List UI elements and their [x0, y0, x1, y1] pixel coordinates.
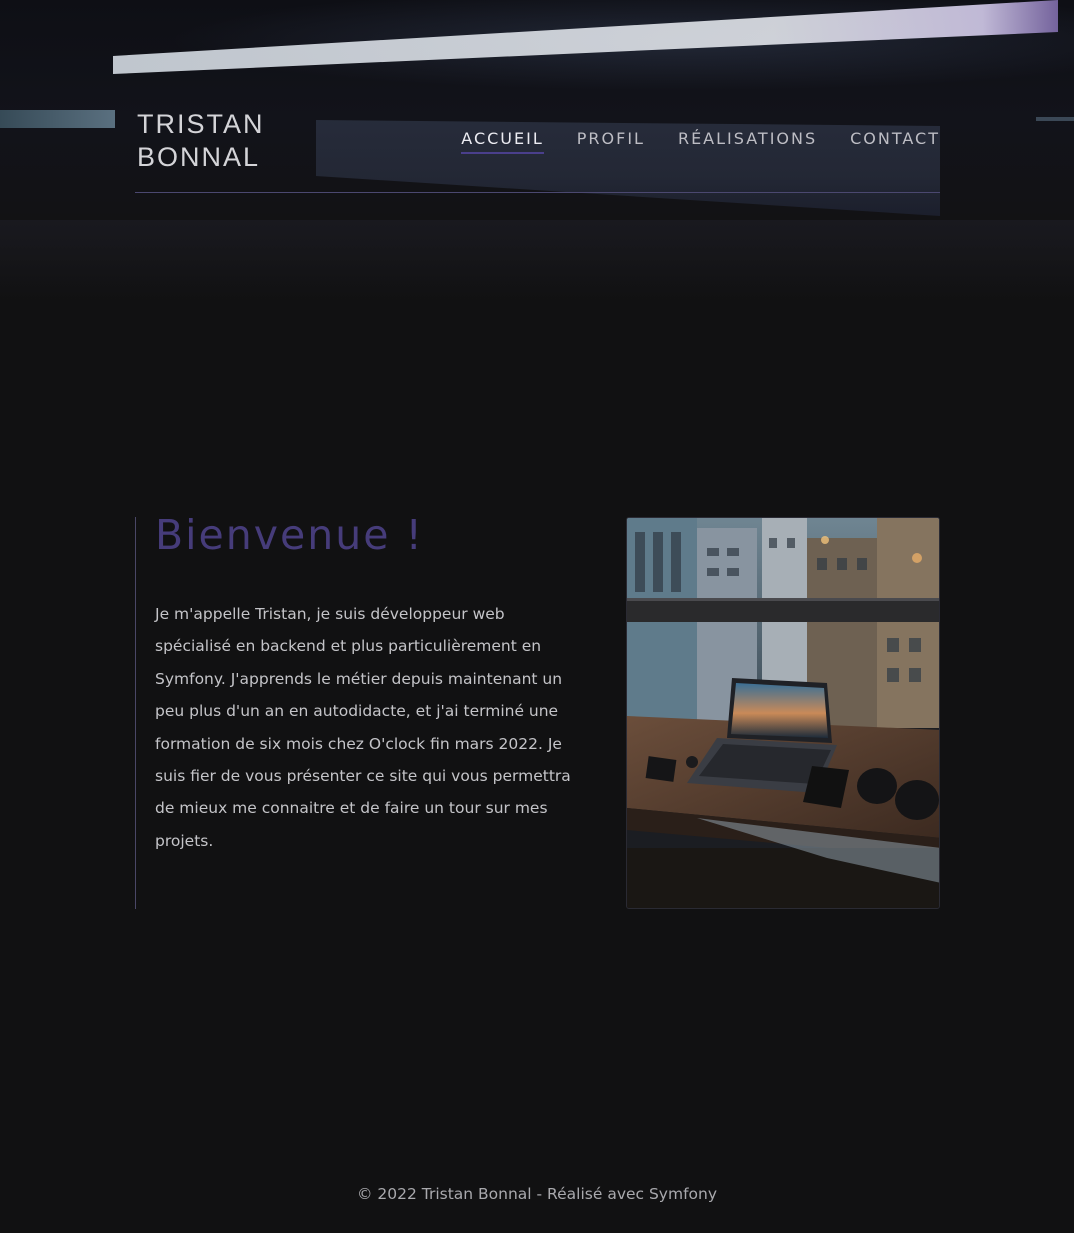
footer-text: © 2022 Tristan Bonnal - Réalisé avec Sym…	[356, 1185, 718, 1203]
nav-item-contact[interactable]: CONTACT	[850, 129, 940, 154]
light-streak-right	[1036, 117, 1074, 121]
main-nav: ACCUEIL PROFIL RÉALISATIONS CONTACT	[428, 129, 940, 154]
nav-item-accueil[interactable]: ACCUEIL	[461, 129, 545, 154]
site-logo[interactable]: TRISTAN BONNAL	[137, 108, 265, 174]
nav-item-realisations[interactable]: RÉALISATIONS	[678, 129, 817, 154]
hero-photo	[626, 517, 940, 909]
light-streak-left	[0, 110, 115, 128]
nav-item-profil[interactable]: PROFIL	[577, 129, 645, 154]
intro-section: Bienvenue ! Je m'appelle Tristan, je sui…	[135, 511, 575, 909]
intro-text: Je m'appelle Tristan, je suis développeu…	[155, 605, 571, 850]
brand-last-name: BONNAL	[137, 142, 261, 172]
header-fade	[0, 220, 1074, 300]
site-header: TRISTAN BONNAL ACCUEIL PROFIL RÉALISATIO…	[135, 108, 940, 193]
page-title: Bienvenue !	[155, 511, 424, 559]
brand-first-name: TRISTAN	[137, 109, 265, 139]
site-footer: © 2022 Tristan Bonnal - Réalisé avec Sym…	[0, 1185, 1074, 1203]
laptop-desk-illustration	[627, 518, 939, 908]
